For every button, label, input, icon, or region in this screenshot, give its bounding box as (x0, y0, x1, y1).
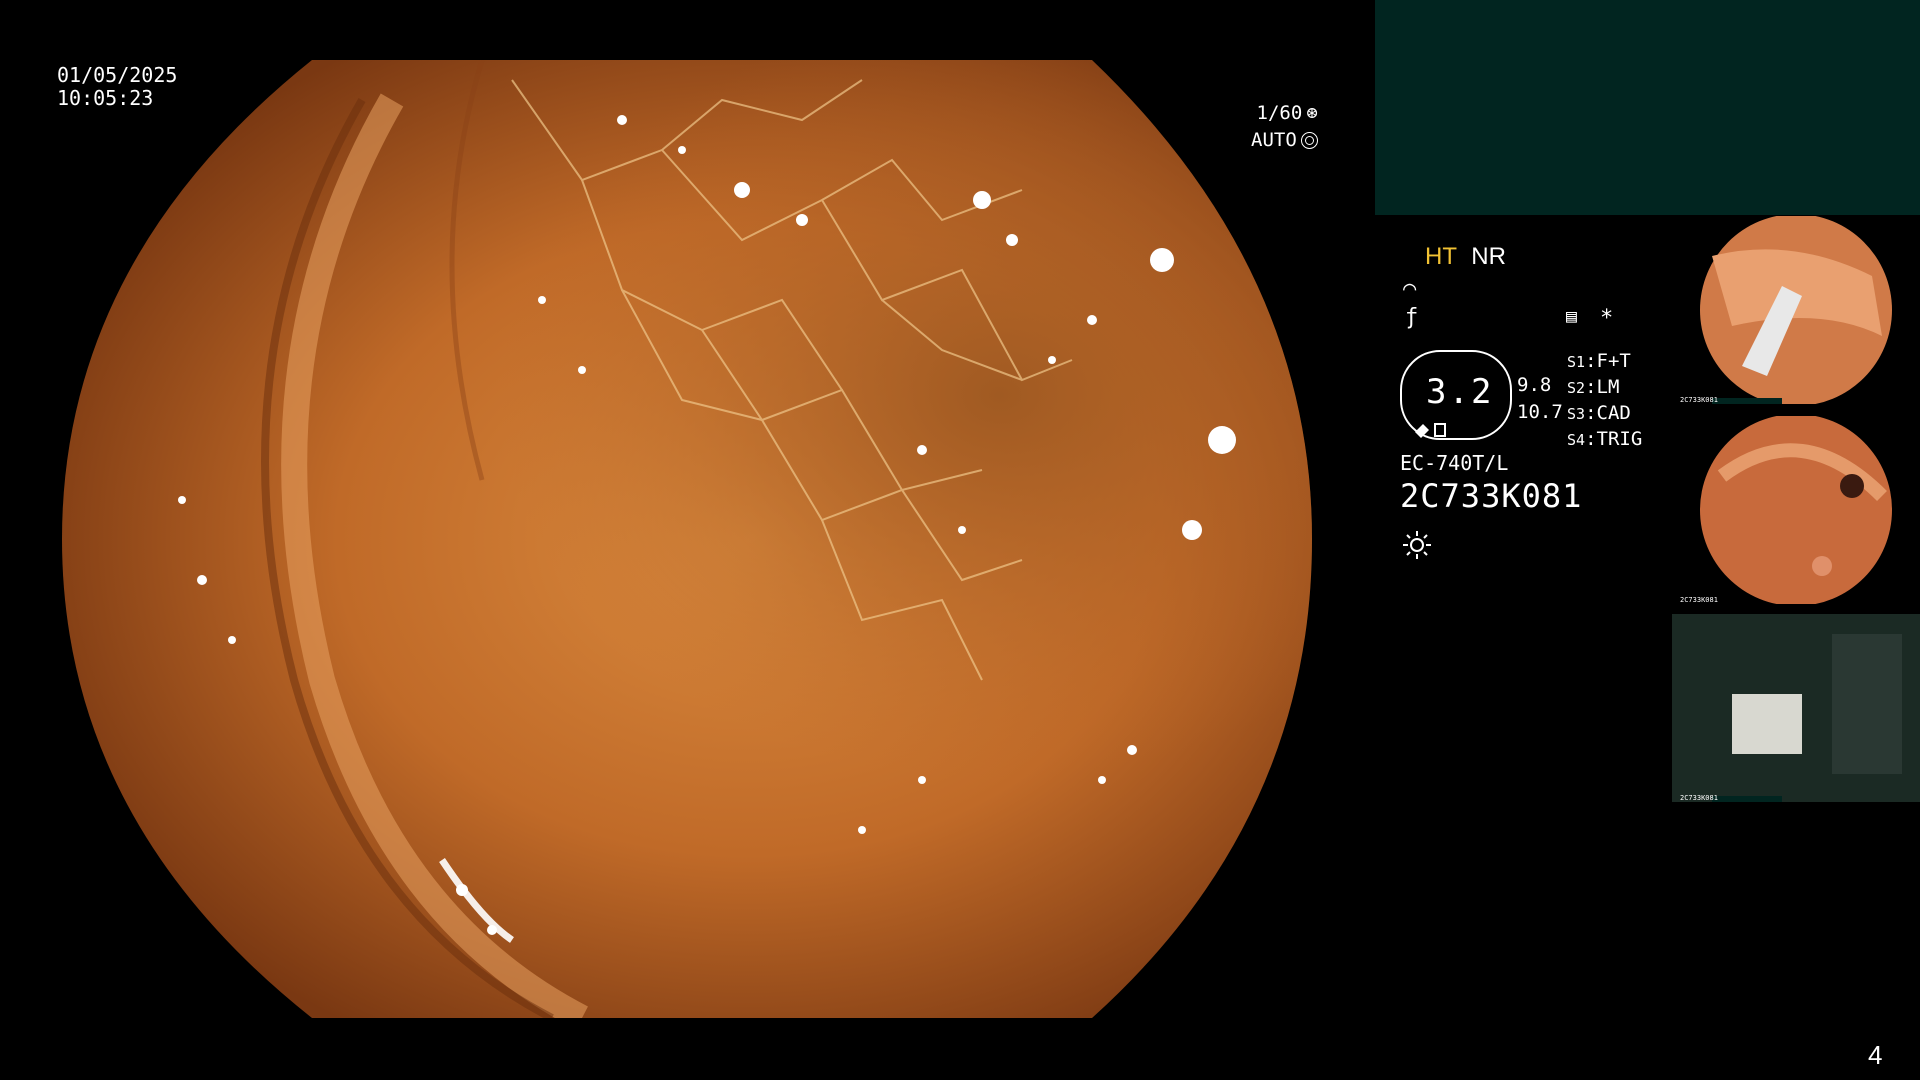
slot-4: S4:TRIG (1567, 428, 1643, 450)
scope-marker-icon (1415, 423, 1446, 438)
endoscope-model: EC-740T/L (1400, 451, 1509, 475)
thumbnail-3[interactable]: 2C733K081 (1672, 614, 1920, 802)
light-icon (1403, 531, 1431, 559)
thumbnail-2-label: 2C733K081 (1680, 596, 1718, 604)
value-2: 10.7 (1517, 401, 1563, 423)
slot-2: S2:LM (1567, 376, 1620, 398)
date-text: 01/05/2025 (57, 63, 178, 87)
info-panel (1375, 0, 1920, 215)
exposure-info: 1/60 ⊛ AUTO (1251, 100, 1318, 154)
thumbnail-2[interactable]: 2C733K081 (1672, 416, 1920, 604)
image-mode-row: HT NR (1425, 243, 1506, 271)
mode-ht-label: HT (1425, 243, 1457, 270)
thumbnail-1-label: 2C733K081 (1680, 396, 1718, 404)
thumbnail-3-label: 2C733K081 (1680, 794, 1718, 802)
asterisk-icon: * (1600, 306, 1614, 331)
magnification-value: 3.2 (1426, 372, 1494, 412)
mode-nr-label: NR (1471, 243, 1506, 270)
auto-iris-icon (1300, 132, 1318, 149)
exposure-mode-text: AUTO (1251, 129, 1297, 151)
function-slots: S1:F+T S2:LM S3:CAD S4:TRIG (1567, 349, 1642, 453)
endoscope-live-view (62, 60, 1312, 1018)
curve-icon: ⌒ (1403, 276, 1417, 301)
slot-3: S3:CAD (1567, 402, 1631, 424)
shutter-speed-text: 1/60 (1256, 102, 1303, 124)
timestamp: 01/05/2025 10:05:23 (57, 64, 177, 110)
serial-number: 2C733K081 (1400, 477, 1583, 515)
page-number: 4 (1868, 1040, 1883, 1070)
shutter-icon: ⊛ (1306, 102, 1318, 124)
scope-values: 9.8 10.7 (1517, 372, 1563, 426)
slot-1: S1:F+T (1567, 350, 1631, 372)
memory-icon: ▤ (1566, 306, 1577, 327)
thumbnail-1[interactable]: 2C733K081 (1672, 216, 1920, 404)
time-text: 10:05:23 (57, 86, 154, 110)
value-1: 9.8 (1517, 374, 1552, 396)
function-icon: ƒ (1405, 305, 1419, 330)
